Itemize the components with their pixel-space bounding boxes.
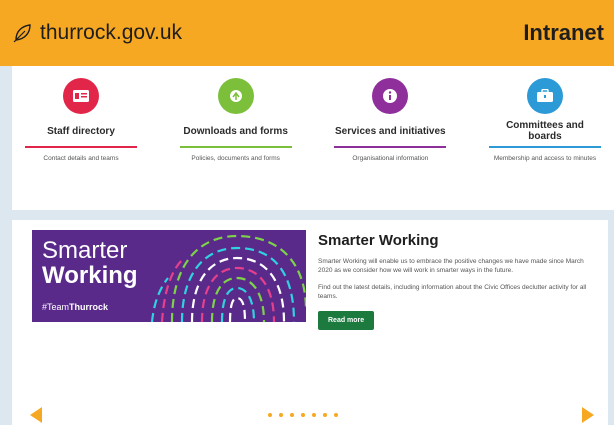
quick-link-downloads-and-forms[interactable]: Downloads and forms Policies, documents … <box>177 78 295 210</box>
quick-link-divider <box>488 146 601 148</box>
quick-link-description: Policies, documents and forms <box>191 155 280 162</box>
carousel-dot[interactable] <box>279 413 283 417</box>
feature-title: Smarter Working <box>318 232 439 249</box>
hashtag-bold: Thurrock <box>69 302 109 312</box>
id-card-icon <box>73 90 89 102</box>
quick-link-title[interactable]: Committees and boards <box>489 120 601 142</box>
quick-link-divider <box>334 146 447 148</box>
quick-link-title[interactable]: Services and initiatives <box>334 120 446 142</box>
quick-link-description: Contact details and teams <box>43 155 119 162</box>
leaf-icon <box>13 24 31 43</box>
carousel-dot[interactable] <box>334 413 338 417</box>
quick-link-title[interactable]: Staff directory <box>25 120 137 142</box>
quick-link-title[interactable]: Downloads and forms <box>180 120 292 142</box>
arrow-right-icon[interactable] <box>582 407 594 423</box>
hashtag-prefix: #Team <box>42 302 70 312</box>
quick-link-icon-circle <box>217 78 254 114</box>
site-logo[interactable]: thurrock.gov.uk <box>12 21 182 45</box>
quick-link-divider <box>179 146 292 148</box>
quick-links-panel: Staff directory Contact details and team… <box>12 66 614 210</box>
news-carousel: Smarter Working #TeamThurrock Smarter Wo… <box>12 220 608 425</box>
banner-word-working: Working <box>42 262 138 289</box>
banner-word-smarter: Smarter <box>42 237 128 264</box>
carousel-pagination <box>268 413 338 417</box>
carousel-dot[interactable] <box>301 413 305 417</box>
carousel-dot[interactable] <box>290 413 294 417</box>
quick-link-icon-circle <box>372 78 409 114</box>
document-icon <box>229 90 242 102</box>
read-more-button[interactable]: Read more <box>318 311 375 330</box>
banner-hashtag: #TeamThurrock <box>42 302 108 312</box>
quick-link-description: Membership and access to minutes <box>493 155 597 162</box>
quick-link-divider <box>25 146 137 148</box>
carousel-dot[interactable] <box>268 413 272 417</box>
quick-link-committees-and-boards[interactable]: Committees and boards Membership and acc… <box>486 78 604 210</box>
info-icon <box>383 89 398 103</box>
quick-link-staff-directory[interactable]: Staff directory Contact details and team… <box>22 78 140 210</box>
briefcase-icon <box>536 89 553 102</box>
smarter-working-banner[interactable]: Smarter Working #TeamThurrock <box>32 230 306 322</box>
carousel-dot[interactable] <box>312 413 316 417</box>
carousel-dot[interactable] <box>323 413 327 417</box>
feature-paragraph-1: Smarter Working will enable us to embrac… <box>318 258 584 274</box>
logo-text: thurrock.gov.uk <box>40 21 183 44</box>
quick-link-services-and-initiatives[interactable]: Services and initiatives Organisational … <box>331 78 449 210</box>
arrow-left-icon[interactable] <box>30 407 42 423</box>
quick-link-icon-circle <box>526 78 563 114</box>
feature-article: Smarter Working Smarter Working will ena… <box>318 232 592 330</box>
section-title: Intranet <box>523 20 604 45</box>
quick-link-icon-circle <box>63 78 99 114</box>
site-header: thurrock.gov.uk Intranet <box>0 0 614 66</box>
feature-paragraph-2: Find out the latest details, including i… <box>318 284 587 300</box>
quick-link-description: Organisational information <box>352 155 429 162</box>
